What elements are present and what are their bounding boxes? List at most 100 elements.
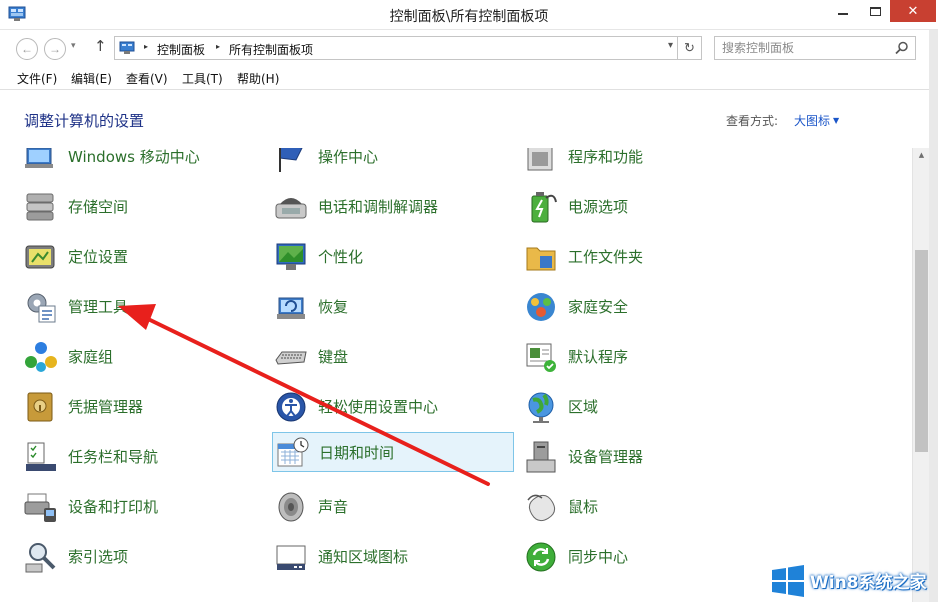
item-label: 工作文件夹 xyxy=(568,248,644,266)
item-indexing-options[interactable]: 索引选项 xyxy=(24,536,266,576)
item-action-center[interactable]: 操作中心 xyxy=(274,148,516,176)
personalization-icon xyxy=(276,243,306,270)
watermark-text: Win8系统之家 xyxy=(810,573,927,593)
item-recovery[interactable]: 恢复 xyxy=(274,286,516,326)
maximize-icon xyxy=(869,6,881,16)
breadcrumb-control-panel[interactable]: 控制面板 xyxy=(157,41,205,58)
back-arrow-icon: ← xyxy=(21,42,33,56)
region-globe-icon xyxy=(528,392,554,423)
item-label: 日期和时间 xyxy=(319,444,395,462)
item-label: 操作中心 xyxy=(318,148,379,166)
page-title: 调整计算机的设置 xyxy=(24,112,145,130)
vertical-scrollbar[interactable]: ▲ xyxy=(912,148,929,602)
item-label: 恢复 xyxy=(318,298,349,316)
programs-features-icon xyxy=(527,148,553,171)
recovery-icon xyxy=(277,297,305,319)
menu-view[interactable]: 查看(V) xyxy=(126,70,168,87)
menu-help[interactable]: 帮助(H) xyxy=(237,70,279,87)
work-folders-icon xyxy=(526,247,556,271)
control-panel-items: Windows 移动中心 存储空间 定位设置 管理工具 家庭组 凭据管理器 任务… xyxy=(0,148,912,602)
sync-center-icon xyxy=(526,542,556,572)
up-arrow-icon[interactable]: ↑ xyxy=(94,37,107,55)
breadcrumb-all-items[interactable]: 所有控制面板项 xyxy=(229,41,313,58)
item-label: Windows 移动中心 xyxy=(68,148,200,166)
item-windows-mobility-center[interactable]: Windows 移动中心 xyxy=(24,148,266,176)
windows-logo-icon xyxy=(772,565,804,597)
item-region[interactable]: 区域 xyxy=(524,386,766,426)
view-mode-dropdown[interactable]: 大图标 ▼ xyxy=(794,112,839,129)
item-label: 通知区域图标 xyxy=(318,548,409,566)
item-notification-icons[interactable]: 通知区域图标 xyxy=(274,536,516,576)
date-time-icon xyxy=(277,437,309,467)
administrative-tools-icon xyxy=(27,293,56,323)
item-work-folders[interactable]: 工作文件夹 xyxy=(524,236,766,276)
item-keyboard[interactable]: 键盘 xyxy=(274,336,516,376)
taskbar-navigation-icon xyxy=(26,442,56,471)
device-manager-icon xyxy=(526,441,556,473)
watermark: Win8系统之家 xyxy=(766,562,936,600)
scroll-thumb[interactable] xyxy=(915,250,928,452)
search-input[interactable] xyxy=(715,37,885,59)
item-label: 默认程序 xyxy=(568,348,629,366)
item-homegroup[interactable]: 家庭组 xyxy=(24,336,266,376)
power-options-icon xyxy=(531,192,557,223)
close-button[interactable]: ✕ xyxy=(890,0,936,22)
menu-tools[interactable]: 工具(T) xyxy=(182,70,223,87)
ease-of-access-icon xyxy=(276,392,306,422)
item-device-manager[interactable]: 设备管理器 xyxy=(524,436,766,476)
address-dropdown-icon[interactable]: ▾ xyxy=(668,40,673,51)
forward-button[interactable]: → xyxy=(44,38,66,60)
item-personalization[interactable]: 个性化 xyxy=(274,236,516,276)
phone-modem-icon xyxy=(275,198,307,219)
maximize-button[interactable] xyxy=(860,0,890,22)
item-label: 家庭组 xyxy=(68,348,114,366)
family-safety-icon xyxy=(527,293,555,321)
item-label: 定位设置 xyxy=(68,248,129,266)
item-sound[interactable]: 声音 xyxy=(274,486,516,526)
menu-file[interactable]: 文件(F) xyxy=(17,70,57,87)
indexing-options-icon xyxy=(25,543,56,573)
chevron-down-icon: ▼ xyxy=(833,116,840,125)
back-button[interactable]: ← xyxy=(16,38,38,60)
sound-speaker-icon xyxy=(278,492,304,522)
refresh-icon: ↻ xyxy=(684,40,695,55)
item-administrative-tools[interactable]: 管理工具 xyxy=(24,286,266,326)
item-devices-printers[interactable]: 设备和打印机 xyxy=(24,486,266,526)
item-programs-features[interactable]: 程序和功能 xyxy=(524,148,766,176)
default-programs-icon xyxy=(526,343,556,372)
item-label: 电源选项 xyxy=(568,198,629,216)
menu-edit[interactable]: 编辑(E) xyxy=(71,70,112,87)
navigation-bar: ← → ▾ ↑ ▸ 控制面板 ▸ 所有控制面板项 ▾ ↻ xyxy=(0,30,938,66)
item-date-time[interactable]: 日期和时间 xyxy=(272,432,514,472)
item-label: 声音 xyxy=(318,498,349,516)
breadcrumb-separator-icon[interactable]: ▸ xyxy=(216,42,220,51)
item-sync-center[interactable]: 同步中心 xyxy=(524,536,766,576)
item-label: 电话和调制解调器 xyxy=(318,198,439,216)
refresh-button[interactable]: ↻ xyxy=(678,36,702,60)
item-phone-modem[interactable]: 电话和调制解调器 xyxy=(274,186,516,226)
item-mouse[interactable]: 鼠标 xyxy=(524,486,766,526)
action-center-flag-icon xyxy=(279,148,303,172)
item-location-settings[interactable]: 定位设置 xyxy=(24,236,266,276)
item-default-programs[interactable]: 默认程序 xyxy=(524,336,766,376)
item-credential-manager[interactable]: 凭据管理器 xyxy=(24,386,266,426)
item-taskbar-navigation[interactable]: 任务栏和导航 xyxy=(24,436,266,476)
control-panel-icon xyxy=(119,41,135,54)
menu-bar: 文件(F) 编辑(E) 查看(V) 工具(T) 帮助(H) xyxy=(0,66,938,90)
item-label: 存储空间 xyxy=(68,198,129,216)
mouse-icon xyxy=(527,494,556,522)
breadcrumb-separator-icon[interactable]: ▸ xyxy=(144,42,148,51)
item-storage-spaces[interactable]: 存储空间 xyxy=(24,186,266,226)
minimize-button[interactable] xyxy=(828,0,858,22)
item-label: 设备和打印机 xyxy=(68,498,159,516)
search-icon[interactable] xyxy=(895,41,909,55)
item-power-options[interactable]: 电源选项 xyxy=(524,186,766,226)
recent-locations-dropdown-icon[interactable]: ▾ xyxy=(71,41,76,51)
item-label: 家庭安全 xyxy=(568,298,629,316)
scroll-up-arrow-icon[interactable]: ▲ xyxy=(913,148,930,162)
item-ease-of-access[interactable]: 轻松使用设置中心 xyxy=(274,386,516,426)
address-bar[interactable]: ▸ 控制面板 ▸ 所有控制面板项 ▾ xyxy=(114,36,678,60)
window-border xyxy=(929,30,938,602)
view-mode-label: 查看方式: xyxy=(726,114,779,128)
item-family-safety[interactable]: 家庭安全 xyxy=(524,286,766,326)
